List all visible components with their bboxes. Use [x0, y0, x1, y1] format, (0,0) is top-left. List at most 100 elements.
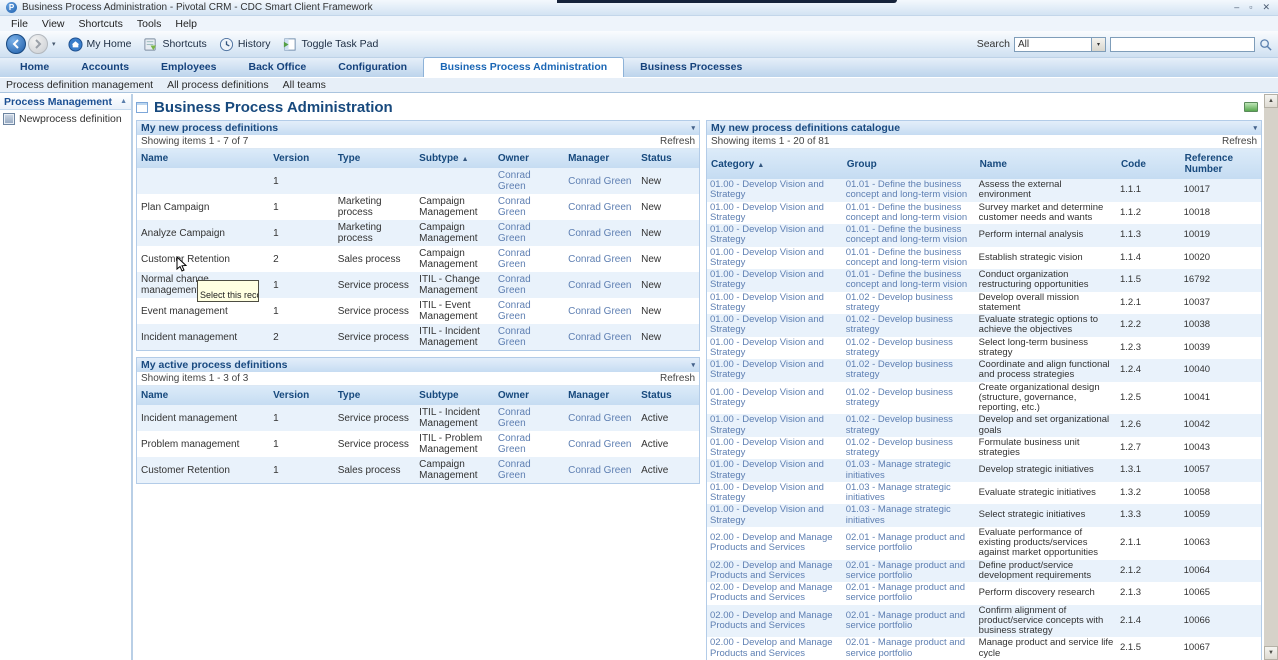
table-row[interactable]: 02.00 - Develop and Manage Products and … — [707, 637, 1261, 660]
scroll-up-icon[interactable]: ▲ — [1264, 94, 1278, 108]
cell-category-link[interactable]: 01.00 - Develop Vision and Strategy — [707, 504, 843, 527]
cell-category-link[interactable]: 01.00 - Develop Vision and Strategy — [707, 292, 843, 315]
menu-item[interactable]: View — [35, 18, 72, 30]
cell-manager-link[interactable]: Conrad Green — [564, 220, 637, 246]
sidebar-divider[interactable] — [131, 94, 133, 660]
cell-category-link[interactable]: 01.00 - Develop Vision and Strategy — [707, 247, 843, 270]
cell-owner-link[interactable]: Conrad Green — [494, 220, 564, 246]
table-row[interactable]: 01.00 - Develop Vision and Strategy 01.0… — [707, 504, 1261, 527]
column-header[interactable]: Owner — [494, 386, 564, 405]
cell-category-link[interactable]: 02.00 - Develop and Manage Products and … — [707, 560, 843, 583]
column-header[interactable]: Type — [334, 149, 415, 168]
tab[interactable]: Back Office — [232, 58, 322, 77]
cell-category-link[interactable]: 01.00 - Develop Vision and Strategy — [707, 459, 843, 482]
cell-category-link[interactable]: 01.00 - Develop Vision and Strategy — [707, 269, 843, 292]
refresh-link[interactable]: Refresh — [660, 136, 695, 147]
tab[interactable]: Business Process Administration — [423, 57, 624, 77]
cell-group-link[interactable]: 01.02 - Develop business strategy — [843, 437, 976, 460]
shortcuts-button[interactable]: Shortcuts — [137, 35, 212, 54]
cell-owner-link[interactable]: Conrad Green — [494, 431, 564, 457]
cell-category-link[interactable]: 01.00 - Develop Vision and Strategy — [707, 359, 843, 382]
column-header[interactable]: Category▲ — [707, 149, 843, 179]
cell-category-link[interactable]: 01.00 - Develop Vision and Strategy — [707, 179, 843, 202]
cell-category-link[interactable]: 01.00 - Develop Vision and Strategy — [707, 414, 843, 437]
cell-group-link[interactable]: 01.03 - Manage strategic initiatives — [843, 504, 976, 527]
cell-manager-link[interactable]: Conrad Green — [564, 324, 637, 350]
table-row[interactable]: Incident management 1 Service process IT… — [137, 405, 699, 431]
tab[interactable]: Business Processes — [624, 58, 758, 77]
column-header[interactable]: Type — [334, 386, 415, 405]
sub-nav-item[interactable]: All process definitions — [167, 79, 269, 91]
refresh-link[interactable]: Refresh — [660, 373, 695, 384]
cell-group-link[interactable]: 01.02 - Develop business strategy — [843, 314, 976, 337]
forward-button[interactable] — [28, 34, 48, 54]
cell-category-link[interactable]: 01.00 - Develop Vision and Strategy — [707, 224, 843, 247]
column-header[interactable]: Status — [637, 386, 699, 405]
table-row[interactable]: Customer Retention 1 Sales process Campa… — [137, 457, 699, 483]
cell-manager-link[interactable]: Conrad Green — [564, 168, 637, 194]
cell-category-link[interactable]: 01.00 - Develop Vision and Strategy — [707, 202, 843, 225]
table-row[interactable]: 01.00 - Develop Vision and Strategy 01.0… — [707, 179, 1261, 202]
collapse-icon[interactable]: ▾ — [1253, 124, 1257, 132]
cell-group-link[interactable]: 01.01 - Define the business concept and … — [843, 224, 976, 247]
toggle-task-pad-button[interactable]: Toggle Task Pad — [276, 35, 384, 54]
table-row[interactable]: 02.00 - Develop and Manage Products and … — [707, 527, 1261, 560]
cell-group-link[interactable]: 01.03 - Manage strategic initiatives — [843, 482, 976, 505]
column-header[interactable]: Code — [1117, 149, 1181, 179]
column-header[interactable]: Reference Number — [1181, 149, 1261, 179]
cell-manager-link[interactable]: Conrad Green — [564, 194, 637, 220]
cell-owner-link[interactable]: Conrad Green — [494, 246, 564, 272]
cell-group-link[interactable]: 01.02 - Develop business strategy — [843, 359, 976, 382]
cell-manager-link[interactable]: Conrad Green — [564, 457, 637, 483]
cell-manager-link[interactable]: Conrad Green — [564, 272, 637, 298]
cell-category-link[interactable]: 02.00 - Develop and Manage Products and … — [707, 527, 843, 560]
cell-group-link[interactable]: 02.01 - Manage product and service portf… — [843, 560, 976, 583]
cell-group-link[interactable]: 01.01 - Define the business concept and … — [843, 247, 976, 270]
table-row[interactable]: 01.00 - Develop Vision and Strategy 01.0… — [707, 459, 1261, 482]
table-row[interactable]: Analyze Campaign 1 Marketing process Cam… — [137, 220, 699, 246]
cell-owner-link[interactable]: Conrad Green — [494, 194, 564, 220]
cell-group-link[interactable]: 01.02 - Develop business strategy — [843, 382, 976, 415]
table-row[interactable]: 01.00 - Develop Vision and Strategy 01.0… — [707, 292, 1261, 315]
back-button[interactable] — [6, 34, 26, 54]
table-row[interactable]: Plan Campaign 1 Marketing process Campai… — [137, 194, 699, 220]
cell-category-link[interactable]: 02.00 - Develop and Manage Products and … — [707, 582, 843, 605]
table-row[interactable]: 01.00 - Develop Vision and Strategy 01.0… — [707, 224, 1261, 247]
cell-category-link[interactable]: 02.00 - Develop and Manage Products and … — [707, 605, 843, 638]
menu-item[interactable]: Help — [168, 18, 204, 30]
cell-group-link[interactable]: 01.02 - Develop business strategy — [843, 337, 976, 360]
minimize-icon[interactable]: – — [1234, 2, 1239, 13]
table-row[interactable]: 01.00 - Develop Vision and Strategy 01.0… — [707, 314, 1261, 337]
table-row[interactable]: 01.00 - Develop Vision and Strategy 01.0… — [707, 202, 1261, 225]
table-row[interactable]: 02.00 - Develop and Manage Products and … — [707, 605, 1261, 638]
history-button[interactable]: History — [213, 35, 277, 54]
column-header[interactable]: Version — [269, 386, 334, 405]
column-header[interactable]: Version — [269, 149, 334, 168]
collapse-icon[interactable]: ▾ — [691, 124, 695, 132]
cell-manager-link[interactable]: Conrad Green — [564, 298, 637, 324]
cell-category-link[interactable]: 01.00 - Develop Vision and Strategy — [707, 337, 843, 360]
column-header[interactable]: Subtype▲ — [415, 149, 494, 168]
sidebar-item-new-process-definition[interactable]: Newprocess definition — [0, 110, 131, 125]
menu-item[interactable]: File — [4, 18, 35, 30]
cell-owner-link[interactable]: Conrad Green — [494, 272, 564, 298]
column-header[interactable]: Group — [843, 149, 976, 179]
search-icon[interactable] — [1259, 38, 1272, 51]
popout-monitor-icon[interactable] — [1244, 102, 1258, 112]
table-row[interactable]: 01.00 - Develop Vision and Strategy 01.0… — [707, 437, 1261, 460]
table-row[interactable]: 01.00 - Develop Vision and Strategy 01.0… — [707, 269, 1261, 292]
cell-group-link[interactable]: 01.02 - Develop business strategy — [843, 292, 976, 315]
cell-owner-link[interactable]: Conrad Green — [494, 298, 564, 324]
cell-owner-link[interactable]: Conrad Green — [494, 168, 564, 194]
column-header[interactable]: Name — [137, 149, 269, 168]
chevron-down-icon[interactable]: ▾ — [1091, 38, 1105, 51]
cell-category-link[interactable]: 01.00 - Develop Vision and Strategy — [707, 314, 843, 337]
sub-nav-item[interactable]: Process definition management — [6, 79, 153, 91]
cell-group-link[interactable]: 01.03 - Manage strategic initiatives — [843, 459, 976, 482]
cell-group-link[interactable]: 01.02 - Develop business strategy — [843, 414, 976, 437]
column-header[interactable]: Name — [976, 149, 1117, 179]
scroll-down-icon[interactable]: ▼ — [1264, 646, 1278, 660]
menu-item[interactable]: Tools — [130, 18, 169, 30]
cell-group-link[interactable]: 02.01 - Manage product and service portf… — [843, 582, 976, 605]
my-home-button[interactable]: My Home — [62, 35, 138, 54]
